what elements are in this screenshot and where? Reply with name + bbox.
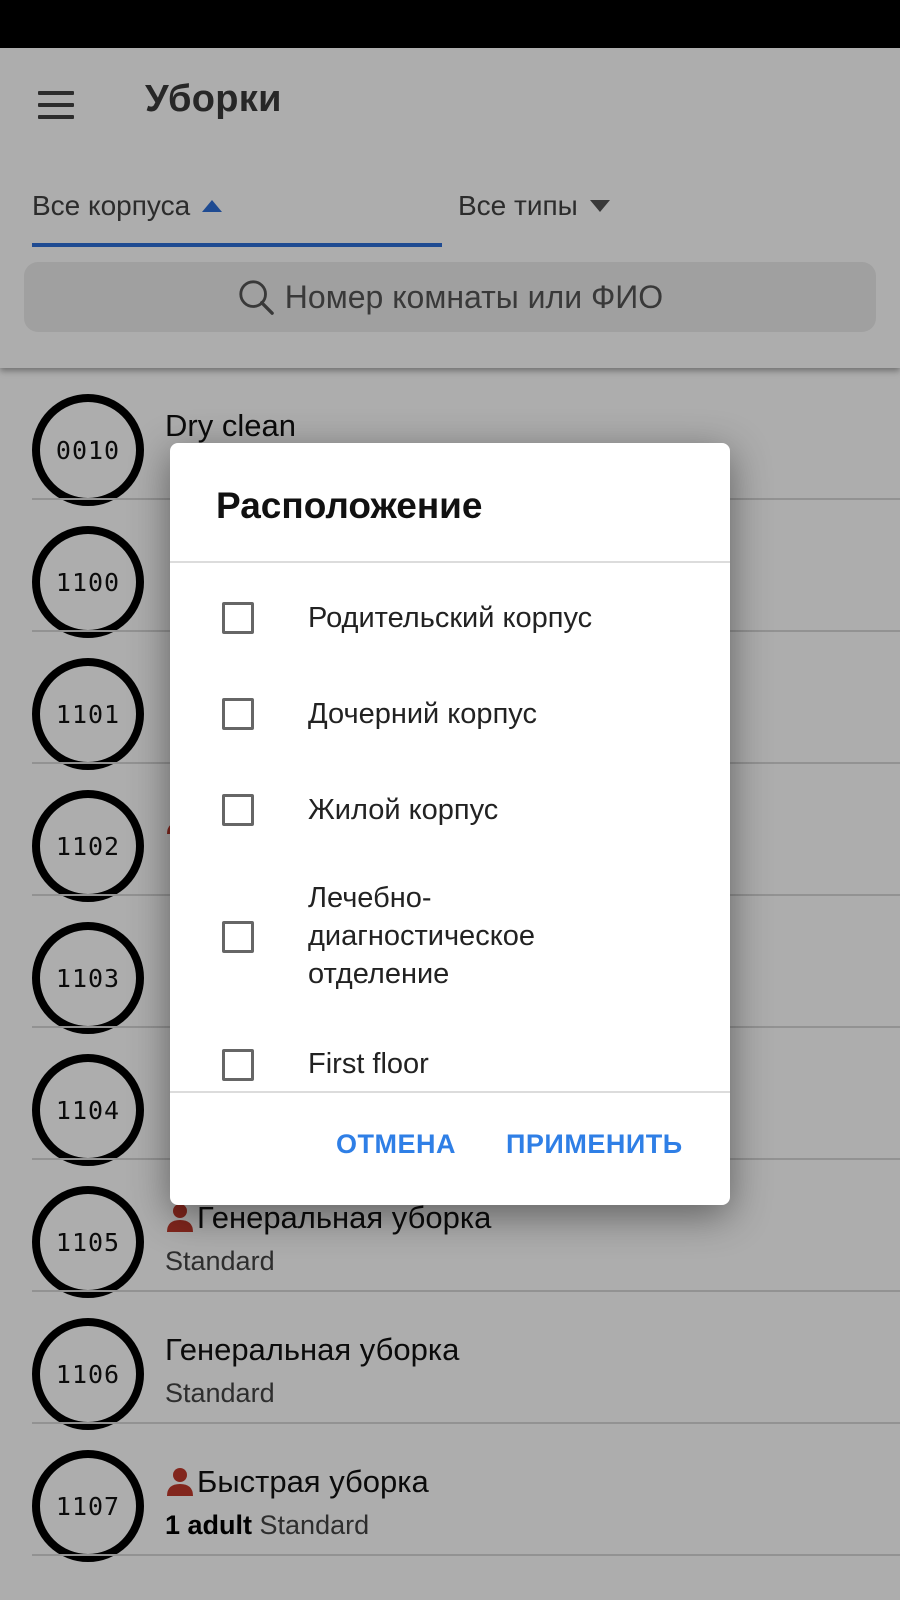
cancel-button[interactable]: ОТМЕНА <box>336 1129 456 1160</box>
dialog-title: Расположение <box>216 485 483 526</box>
option-residential-building[interactable]: Жилой корпус <box>170 785 730 835</box>
option-label: Родительский корпус <box>308 602 593 634</box>
checkbox[interactable] <box>222 921 254 953</box>
apply-button[interactable]: ПРИМЕНИТЬ <box>506 1129 683 1160</box>
option-label: Жилой корпус <box>308 794 499 826</box>
option-first-floor[interactable]: First floor <box>170 1043 730 1087</box>
option-label: Лечебно-диагностическое отделение <box>308 882 535 990</box>
option-label: Дочерний корпус <box>308 698 537 730</box>
checkbox[interactable] <box>222 698 254 730</box>
option-parent-building[interactable]: Родительский корпус <box>170 593 730 643</box>
checkbox[interactable] <box>222 794 254 826</box>
checkbox[interactable] <box>222 602 254 634</box>
location-dialog: Расположение Родительский корпус Дочерни… <box>170 443 730 1205</box>
divider <box>170 561 730 563</box>
option-child-building[interactable]: Дочерний корпус <box>170 689 730 739</box>
option-diagnostic-department[interactable]: Лечебно-диагностическое отделение <box>170 877 730 997</box>
option-label: First floor <box>308 1048 429 1080</box>
divider <box>170 1091 730 1093</box>
checkbox[interactable] <box>222 1049 254 1081</box>
